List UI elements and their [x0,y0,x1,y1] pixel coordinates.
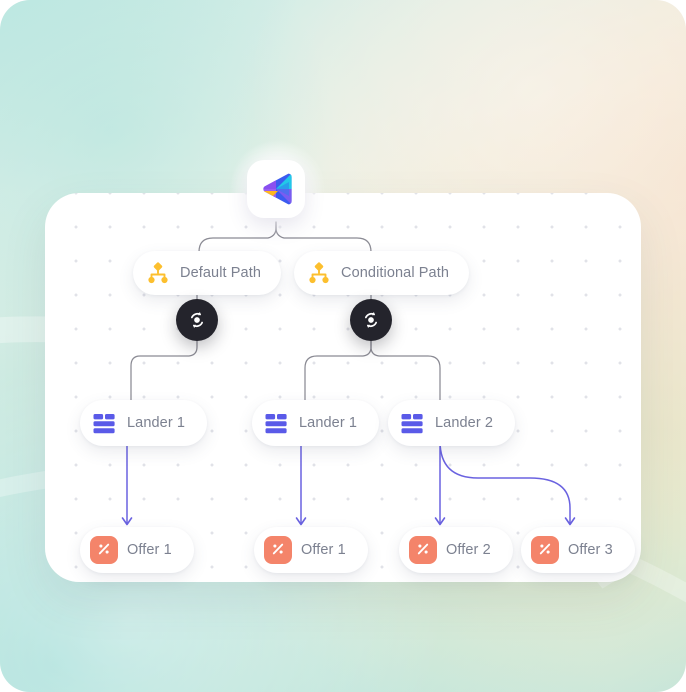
node-offer-1a[interactable]: Offer 1 [80,527,194,573]
screenshot-root: Default Path Conditional Path Lander 1 L… [0,0,686,692]
lander-icon [398,409,426,437]
sitemap-icon [148,262,168,284]
node-label: Offer 1 [301,542,346,558]
node-lander-2[interactable]: Lander 2 [388,400,516,446]
node-conditional-path[interactable]: Conditional Path [294,251,470,295]
sitemap-icon [309,262,329,284]
offer-percent-icon [531,536,559,564]
node-offer-2[interactable]: Offer 2 [399,527,513,573]
node-label: Conditional Path [341,265,450,281]
node-label: Lander 1 [127,415,186,431]
rotate-split-icon [190,311,204,329]
node-label: Lander 2 [435,415,494,431]
node-label: Default Path [180,265,261,281]
play-logo-icon [263,173,292,205]
node-default-path[interactable]: Default Path [133,251,281,295]
node-router-default[interactable] [176,299,218,341]
app-logo[interactable] [247,160,305,218]
node-label: Offer 1 [127,542,172,558]
node-router-conditional[interactable] [350,299,392,341]
node-lander-1b[interactable]: Lander 1 [252,400,380,446]
offer-percent-icon [264,536,292,564]
rotate-split-icon [364,311,378,329]
node-offer-3[interactable]: Offer 3 [521,527,635,573]
node-offer-1b[interactable]: Offer 1 [254,527,368,573]
node-label: Lander 1 [299,415,358,431]
lander-icon [90,409,118,437]
offer-percent-icon [409,536,437,564]
lander-icon [262,409,290,437]
node-label: Offer 3 [568,542,613,558]
node-label: Offer 2 [446,542,491,558]
node-lander-1a[interactable]: Lander 1 [80,400,208,446]
offer-percent-icon [90,536,118,564]
